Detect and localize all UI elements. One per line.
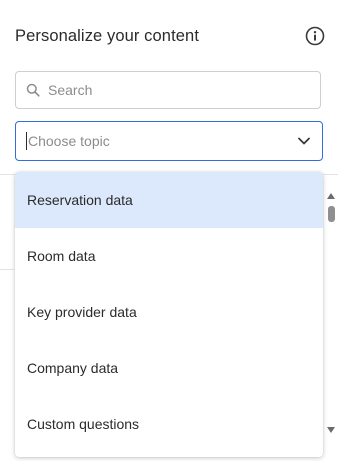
personalize-panel: Personalize your content Choose topic <box>0 0 338 461</box>
dropdown-option-room-data[interactable]: Room data <box>15 228 323 284</box>
scroll-down-arrow-icon[interactable] <box>327 427 335 433</box>
panel-title: Personalize your content <box>15 26 200 45</box>
search-icon <box>26 83 40 97</box>
dropdown-option-custom-questions[interactable]: Custom questions <box>15 396 323 452</box>
dropdown-option-key-provider-data[interactable]: Key provider data <box>15 284 323 340</box>
scroll-up-arrow-icon[interactable] <box>327 193 335 199</box>
topic-dropdown-list: Reservation data Room data Key provider … <box>15 172 323 457</box>
scrollbar-thumb[interactable] <box>328 206 335 222</box>
divider <box>0 269 14 270</box>
text-cursor <box>26 132 27 150</box>
topic-select-placeholder: Choose topic <box>28 133 110 149</box>
dropdown-option-reservation-data[interactable]: Reservation data <box>15 172 323 228</box>
dropdown-option-company-data[interactable]: Company data <box>15 340 323 396</box>
chevron-down-icon[interactable] <box>296 133 312 149</box>
search-input[interactable] <box>48 82 288 98</box>
info-icon[interactable] <box>304 25 326 47</box>
search-field[interactable] <box>15 71 321 109</box>
topic-select[interactable]: Choose topic <box>15 121 323 161</box>
panel-header: Personalize your content <box>15 24 326 48</box>
